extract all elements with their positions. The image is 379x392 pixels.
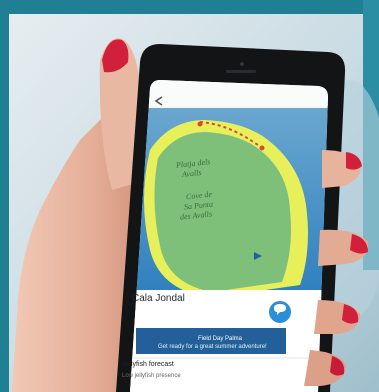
photo-scene: Platja dels Avalls Cove de Sa Punta des … bbox=[0, 0, 379, 392]
map-pin-end[interactable] bbox=[259, 145, 265, 151]
promo-banner-title: Field Day Palma bbox=[198, 336, 243, 342]
forecast-title: Jellyfish forecast bbox=[122, 361, 174, 368]
top-teal-border bbox=[0, 0, 379, 14]
map-pin-start[interactable] bbox=[197, 121, 203, 127]
forecast-detail: Low jellyfish presence bbox=[122, 373, 181, 379]
phone-speaker bbox=[226, 70, 256, 73]
phone-camera bbox=[240, 62, 244, 66]
promo-banner-subtitle: Get ready for a great summer adventure! bbox=[158, 344, 267, 350]
left-teal-border bbox=[0, 0, 9, 392]
place-title: Cala Jondal bbox=[132, 293, 185, 304]
